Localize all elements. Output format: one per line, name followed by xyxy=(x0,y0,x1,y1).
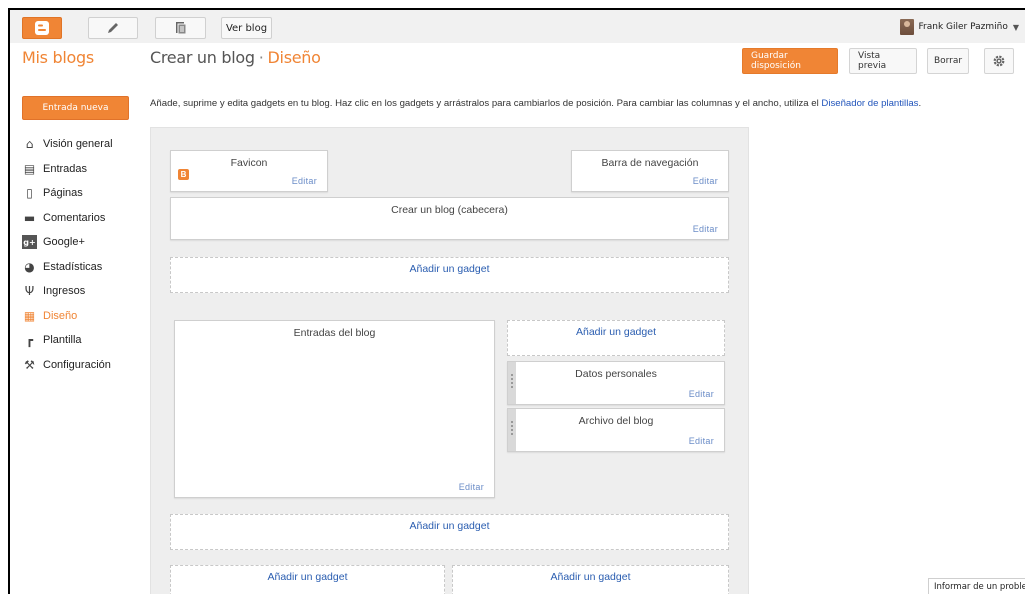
add-gadget-area[interactable]: Añadir un gadget xyxy=(170,257,729,293)
sidebar-nav: ⌂ Visión general ▤ Entradas ▯ Páginas ▬ … xyxy=(22,132,147,377)
pencil-icon xyxy=(108,23,118,33)
blog-name[interactable]: Crear un blog xyxy=(150,48,255,67)
add-gadget-link[interactable]: Añadir un gadget xyxy=(171,520,728,532)
add-gadget-link[interactable]: Añadir un gadget xyxy=(453,571,728,583)
sidebar-item-comments[interactable]: ▬ Comentarios xyxy=(22,206,147,231)
sidebar-item-label: Ingresos xyxy=(43,285,86,298)
sidebar-item-earnings[interactable]: Ψ Ingresos xyxy=(22,279,147,304)
sidebar-item-layout[interactable]: ▦ Diseño xyxy=(22,304,147,329)
layout-canvas: Favicon B Editar Barra de navegación Edi… xyxy=(150,127,749,594)
intro-end: . xyxy=(918,98,922,109)
gadget-navbar[interactable]: Barra de navegación Editar xyxy=(571,150,729,192)
gadget-title: Entradas del blog xyxy=(293,327,376,339)
my-blogs-link[interactable]: Mis blogs xyxy=(22,48,94,67)
gadget-title: Archivo del blog xyxy=(578,415,654,427)
sidebar-item-template[interactable]: ┏ Plantilla xyxy=(22,328,147,353)
clear-button[interactable]: Borrar xyxy=(927,48,969,74)
breadcrumb: Crear un blog · Diseño xyxy=(150,48,321,67)
home-icon: ⌂ xyxy=(25,137,34,152)
documents-icon xyxy=(175,22,186,35)
gadget-blog-posts[interactable]: Entradas del blog Editar xyxy=(174,320,495,498)
user-menu[interactable]: Frank Giler Pazmiño ▼ xyxy=(899,19,1019,35)
add-gadget-link[interactable]: Añadir un gadget xyxy=(171,263,728,275)
page-icon: ▯ xyxy=(26,186,33,201)
sidebar-item-label: Entradas xyxy=(43,162,88,175)
sidebar-item-google-plus[interactable]: g+ Google+ xyxy=(22,230,147,255)
gadget-header[interactable]: Crear un blog (cabecera) Editar xyxy=(170,197,729,240)
sidebar-item-label: Estadísticas xyxy=(43,260,103,273)
view-blog-label: Ver blog xyxy=(225,22,268,34)
avatar xyxy=(899,19,914,35)
gadget-profile[interactable]: Datos personales Editar xyxy=(507,361,725,405)
gadget-title: Datos personales xyxy=(575,368,657,380)
add-gadget-link[interactable]: Añadir un gadget xyxy=(508,326,724,338)
view-blog-button[interactable]: Ver blog xyxy=(221,17,272,39)
edit-link[interactable]: Editar xyxy=(693,224,718,234)
gadget-favicon[interactable]: Favicon B Editar xyxy=(170,150,328,192)
add-gadget-link[interactable]: Añadir un gadget xyxy=(171,571,444,583)
sidebar-item-settings[interactable]: ⚒ Configuración xyxy=(22,353,147,378)
edit-link[interactable]: Editar xyxy=(693,176,718,186)
template-designer-link[interactable]: Diseñador de plantillas xyxy=(821,98,918,109)
edit-link[interactable]: Editar xyxy=(459,482,484,492)
gadget-title: Barra de navegación xyxy=(601,157,699,169)
new-post-pencil-button[interactable] xyxy=(88,17,138,39)
sidebar-item-label: Configuración xyxy=(43,358,111,371)
pie-chart-icon: ◕ xyxy=(24,259,35,274)
save-arrangement-button[interactable]: Guardar disposición xyxy=(742,48,838,74)
sidebar-item-overview[interactable]: ⌂ Visión general xyxy=(22,132,147,157)
sidebar-item-label: Páginas xyxy=(43,187,83,200)
gear-icon xyxy=(993,55,1005,67)
preview-button[interactable]: Vista previa xyxy=(849,48,917,74)
report-problem-button[interactable]: Informar de un problema xyxy=(928,578,1025,594)
add-gadget-area[interactable]: Añadir un gadget xyxy=(507,320,725,356)
trophy-icon: Ψ xyxy=(24,284,35,299)
intro-text: Añade, suprime y edita gadgets en tu blo… xyxy=(150,98,822,109)
blogger-home-button[interactable] xyxy=(22,17,62,39)
sidebar-item-posts[interactable]: ▤ Entradas xyxy=(22,157,147,182)
blogger-favicon-icon: B xyxy=(178,169,189,180)
sidebar-item-pages[interactable]: ▯ Páginas xyxy=(22,181,147,206)
edit-link[interactable]: Editar xyxy=(689,389,714,399)
wrench-icon: ⚒ xyxy=(24,357,35,372)
page-title: Diseño xyxy=(267,48,321,67)
add-gadget-area[interactable]: Añadir un gadget xyxy=(170,514,729,550)
sidebar-item-stats[interactable]: ◕ Estadísticas xyxy=(22,255,147,280)
layout-icon: ▦ xyxy=(23,308,36,323)
sidebar-item-label: Visión general xyxy=(43,138,113,151)
comment-icon: ▬ xyxy=(23,210,36,225)
gadget-archive[interactable]: Archivo del blog Editar xyxy=(507,408,725,452)
blogger-window: Ver blog Frank Giler Pazmiño ▼ Mis blogs… xyxy=(8,8,1025,594)
caret-down-icon: ▼ xyxy=(1012,22,1019,32)
sidebar-item-label: Plantilla xyxy=(43,334,82,347)
posts-list-button[interactable] xyxy=(155,17,206,39)
layout-instructions: Añade, suprime y edita gadgets en tu blo… xyxy=(150,98,921,109)
new-post-button[interactable]: Entrada nueva xyxy=(22,96,129,120)
sidebar-item-label: Google+ xyxy=(43,236,85,249)
paint-roller-icon: ┏ xyxy=(25,333,34,348)
blogger-logo-icon xyxy=(35,21,49,35)
edit-link[interactable]: Editar xyxy=(292,176,317,186)
settings-button[interactable] xyxy=(984,48,1014,74)
google-plus-icon: g+ xyxy=(22,235,37,250)
user-name: Frank Giler Pazmiño xyxy=(918,22,1008,32)
edit-link[interactable]: Editar xyxy=(689,436,714,446)
add-gadget-area[interactable]: Añadir un gadget xyxy=(452,565,729,594)
document-icon: ▤ xyxy=(23,161,36,176)
sidebar-item-label: Comentarios xyxy=(43,211,106,224)
add-gadget-area[interactable]: Añadir un gadget xyxy=(170,565,445,594)
breadcrumb-separator: · xyxy=(258,48,264,67)
gadget-title: Crear un blog (cabecera) xyxy=(391,204,508,216)
gadget-title: Favicon xyxy=(230,157,268,169)
sidebar-item-label: Diseño xyxy=(43,309,78,322)
top-bar: Ver blog Frank Giler Pazmiño ▼ xyxy=(10,10,1025,43)
